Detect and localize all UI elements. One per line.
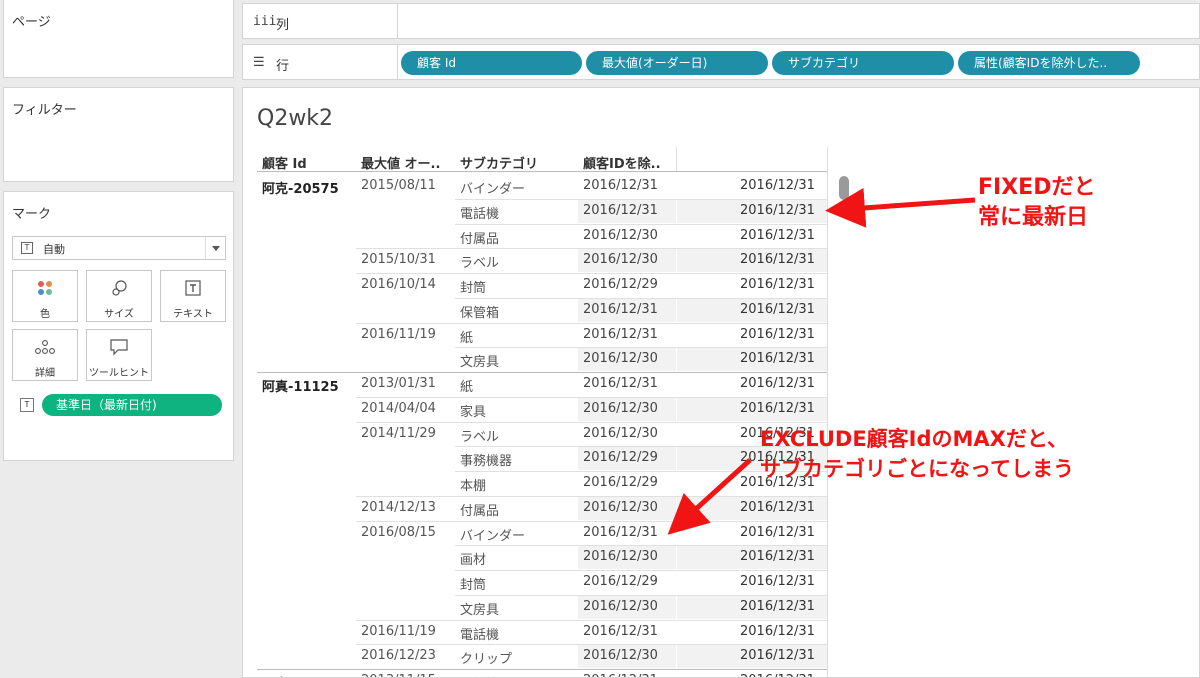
annotation-arrows [667,187,976,535]
fixed-arrow [825,187,976,228]
exclude-arrow [667,458,752,535]
fixed-annotation-line-1: FIXEDだと [978,175,1096,200]
exclude-annotation: EXCLUDE顧客IdのMAXだと、 サブカテゴリごとになってしまう [760,424,1074,484]
exclude-annotation-line-2: サブカテゴリごとになってしまう [760,457,1074,481]
exclude-annotation-line-1: EXCLUDE顧客IdのMAXだと、 [760,427,1069,451]
fixed-annotation: FIXEDだと 常に最新日 [978,173,1095,233]
fixed-annotation-line-2: 常に最新日 [978,205,1089,230]
